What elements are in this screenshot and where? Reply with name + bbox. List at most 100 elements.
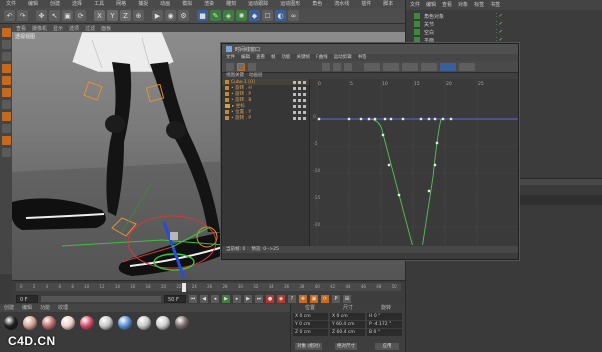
om-menu-item[interactable]: 书签	[490, 0, 500, 10]
visibility-dots[interactable]: ⁚ ✓	[496, 13, 503, 19]
render-settings-icon[interactable]: ⚙	[178, 10, 189, 21]
visibility-dots[interactable]: ⁚ ✓	[496, 29, 503, 35]
light-icon[interactable]: ∞	[288, 10, 299, 21]
tweak-icon[interactable]	[1, 112, 11, 121]
spline-linear-icon[interactable]	[364, 62, 380, 71]
end-frame-field[interactable]: 50 F	[164, 294, 186, 303]
om-menu-item[interactable]: 对象	[458, 0, 468, 10]
axis-y-icon[interactable]: Y	[107, 10, 118, 21]
goto-end-icon[interactable]: ⏭	[255, 294, 263, 303]
menu-item[interactable]: 脚本	[377, 0, 399, 8]
om-menu-item[interactable]: 编辑	[426, 0, 436, 10]
record-icon[interactable]: ●	[266, 294, 274, 303]
snap-icon[interactable]	[1, 124, 11, 133]
fcurve-mode-icon[interactable]	[237, 62, 245, 71]
render-view-icon[interactable]: ▶	[152, 10, 163, 21]
material-swatch[interactable]	[156, 316, 170, 330]
menu-item[interactable]: 创建	[44, 0, 66, 8]
key-mode-icon[interactable]	[248, 62, 256, 71]
coord-system-icon[interactable]: ⊕	[133, 10, 144, 21]
prev-key-icon[interactable]: ◀	[200, 294, 208, 303]
polygons-mode-icon[interactable]	[1, 88, 11, 97]
cube-icon[interactable]: ■	[197, 10, 208, 21]
material-swatch[interactable]	[4, 316, 18, 330]
param-key-icon[interactable]: P	[332, 294, 340, 303]
start-frame-field[interactable]: 0 F	[16, 294, 38, 303]
tw-menu-item[interactable]: 运动剪辑	[334, 54, 352, 61]
visibility-dots[interactable]: ⁚ ✓	[496, 21, 503, 27]
scale-tool-icon[interactable]: ▣	[62, 10, 73, 21]
size-mode-dropdown[interactable]: 绝对尺寸	[335, 343, 357, 350]
timeline-window-titlebar[interactable]: 时间线窗口	[222, 44, 518, 54]
viewport-tab[interactable]: 显示	[53, 25, 63, 32]
track-flags[interactable]	[293, 116, 309, 120]
workplane-icon[interactable]	[1, 52, 11, 61]
om-menu-item[interactable]: 标签	[474, 0, 484, 10]
environment-icon[interactable]: ☐	[262, 10, 273, 21]
material-menu-item[interactable]: 创建	[4, 304, 14, 312]
track-row[interactable]: • 旋转 . P	[222, 115, 309, 121]
prev-frame-icon[interactable]: ◂	[211, 294, 219, 303]
track-flags[interactable]	[293, 104, 309, 108]
pos-key-icon[interactable]: ✥	[299, 294, 307, 303]
om-menu-item[interactable]: 查看	[442, 0, 452, 10]
apply-button[interactable]: 应用	[375, 343, 399, 350]
timeline-ruler[interactable]: 0 2 4 6 8 10 12 14 16 18 20 22 24 26 28 30 32 34 36 38 40 42 4…	[16, 283, 401, 291]
tw-menu-item[interactable]: 文件	[226, 54, 235, 61]
material-swatch[interactable]	[80, 316, 94, 330]
material-swatch[interactable]	[42, 316, 56, 330]
menu-item[interactable]: 动画	[154, 0, 176, 8]
pos-y-field[interactable]: Y 0 cm	[293, 321, 328, 328]
scale-key-icon[interactable]: ▣	[310, 294, 318, 303]
select-tool-icon[interactable]: ↖	[49, 10, 60, 21]
material-menu-item[interactable]: 纹理	[58, 304, 68, 312]
menu-item[interactable]: 模拟	[176, 0, 198, 8]
pos-z-field[interactable]: Z 0 cm	[293, 329, 328, 336]
array-icon[interactable]: ✺	[236, 10, 247, 21]
axis-mode-icon[interactable]	[1, 100, 11, 109]
summary-icon[interactable]	[226, 62, 234, 71]
menu-item[interactable]: 编辑	[22, 0, 44, 8]
tw-menu-item[interactable]: 书签	[358, 54, 367, 61]
break-tangent-icon[interactable]	[459, 62, 475, 71]
om-menu-item[interactable]: 文件	[410, 0, 420, 10]
size-z-field[interactable]: Z 60.4 cm	[330, 329, 365, 336]
menu-item[interactable]: 网格	[110, 0, 132, 8]
spline-soft-icon[interactable]	[402, 62, 418, 71]
next-frame-icon[interactable]: ▸	[233, 294, 241, 303]
menu-item[interactable]: 流水线	[328, 0, 355, 8]
axis-z-icon[interactable]: Z	[120, 10, 131, 21]
material-swatch[interactable]	[137, 316, 151, 330]
redo-icon[interactable]: ↷	[17, 10, 28, 21]
material-menu-item[interactable]: 编辑	[22, 304, 32, 312]
material-swatch[interactable]	[175, 316, 189, 330]
rotate-tool-icon[interactable]: ⟳	[75, 10, 86, 21]
menu-item[interactable]: 选择	[66, 0, 88, 8]
playhead[interactable]	[182, 283, 186, 292]
coord-mode-dropdown[interactable]: 对象 (相对)	[295, 343, 322, 350]
spline-step-icon[interactable]	[383, 62, 399, 71]
menu-item[interactable]: 文件	[0, 0, 22, 8]
track-flags[interactable]	[293, 86, 309, 90]
edges-mode-icon[interactable]	[1, 76, 11, 85]
render-picture-icon[interactable]: ◉	[165, 10, 176, 21]
track-flags[interactable]	[293, 80, 309, 84]
track-flags[interactable]	[293, 110, 309, 114]
menu-item[interactable]: 插件	[355, 0, 377, 8]
spline-icon[interactable]: ✎	[210, 10, 221, 21]
points-mode-icon[interactable]	[1, 64, 11, 73]
material-swatch[interactable]	[118, 316, 132, 330]
tw-menu-item[interactable]: 帧	[271, 54, 276, 61]
model-mode-icon[interactable]	[1, 28, 11, 37]
camera-icon[interactable]: ◐	[275, 10, 286, 21]
viewport-tab[interactable]: 选项	[69, 25, 79, 32]
material-swatch[interactable]	[23, 316, 37, 330]
menu-item[interactable]: 工具	[88, 0, 110, 8]
rot-key-icon[interactable]: ⟳	[321, 294, 329, 303]
material-swatch[interactable]	[99, 316, 113, 330]
object-row[interactable]: 空白 ⁚ ✓	[406, 28, 602, 36]
pos-x-field[interactable]: X 0 cm	[293, 313, 328, 320]
tw-menu-item[interactable]: 关键帧	[297, 54, 311, 61]
nurbs-icon[interactable]: ◈	[223, 10, 234, 21]
rot-p-field[interactable]: P -4.172 °	[367, 321, 402, 328]
